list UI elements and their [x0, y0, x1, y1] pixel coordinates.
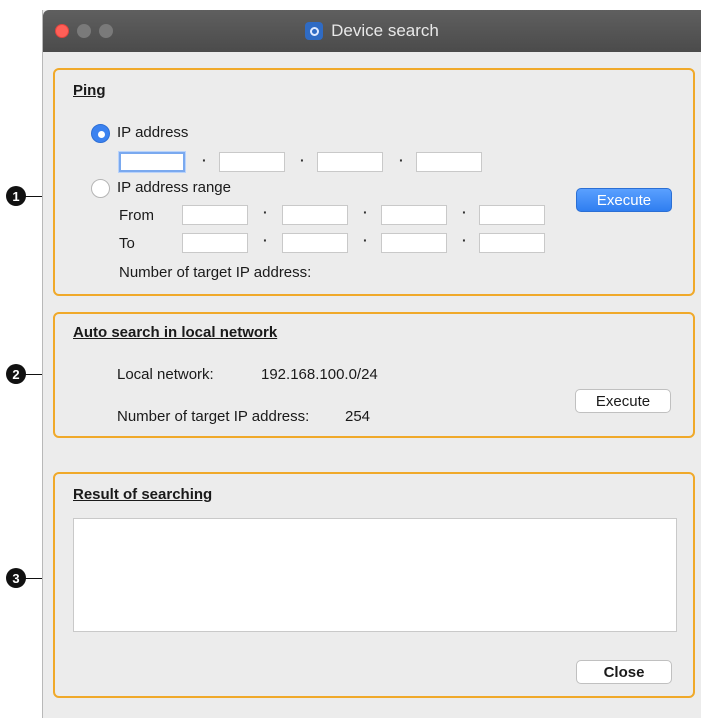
- to-separator: ·: [462, 232, 467, 248]
- app-icon: [305, 22, 324, 40]
- result-list[interactable]: [73, 518, 677, 632]
- device-search-window: Device search Ping IP address · · · IP a…: [42, 10, 701, 718]
- result-heading: Result of searching: [73, 486, 213, 503]
- ip-separator: ·: [202, 152, 207, 168]
- local-network-label: Local network:: [117, 366, 214, 383]
- ping-panel: Ping IP address · · · IP address range F…: [53, 68, 695, 296]
- auto-search-panel: Auto search in local network Local netwo…: [53, 312, 695, 438]
- callout-marker-2: 2: [6, 364, 26, 384]
- ip-address-radio[interactable]: [91, 124, 110, 143]
- auto-search-heading: Auto search in local network: [73, 324, 278, 341]
- auto-search-execute-button[interactable]: Execute: [575, 389, 671, 413]
- ping-execute-button[interactable]: Execute: [576, 188, 672, 212]
- result-panel: Result of searching Close: [53, 472, 695, 698]
- auto-target-count-label: Number of target IP address:: [117, 408, 310, 425]
- ip-octet-2-input[interactable]: [219, 152, 285, 172]
- from-separator: ·: [363, 204, 368, 220]
- to-octet-1-input[interactable]: [182, 233, 248, 253]
- from-label: From: [119, 207, 154, 224]
- from-octet-3-input[interactable]: [381, 205, 447, 225]
- ip-separator: ·: [300, 152, 305, 168]
- close-button[interactable]: Close: [576, 660, 672, 684]
- ip-octet-4-input[interactable]: [416, 152, 482, 172]
- auto-target-count-value: 254: [345, 408, 371, 425]
- ip-octet-1-input[interactable]: [119, 152, 185, 172]
- to-separator: ·: [263, 232, 268, 248]
- to-octet-4-input[interactable]: [479, 233, 545, 253]
- to-separator: ·: [363, 232, 368, 248]
- ip-octet-3-input[interactable]: [317, 152, 383, 172]
- window-title: Device search: [331, 21, 439, 40]
- ip-range-label: IP address range: [117, 179, 231, 196]
- callout-marker-3: 3: [6, 568, 26, 588]
- local-network-value: 192.168.100.0/24: [261, 366, 378, 383]
- from-octet-1-input[interactable]: [182, 205, 248, 225]
- from-separator: ·: [462, 204, 467, 220]
- callout-marker-1: 1: [6, 186, 26, 206]
- ping-target-count-label: Number of target IP address:: [119, 264, 312, 281]
- from-octet-2-input[interactable]: [282, 205, 348, 225]
- ping-heading: Ping: [73, 82, 106, 99]
- ip-address-label: IP address: [117, 124, 189, 141]
- to-octet-2-input[interactable]: [282, 233, 348, 253]
- from-octet-4-input[interactable]: [479, 205, 545, 225]
- to-octet-3-input[interactable]: [381, 233, 447, 253]
- ip-range-radio[interactable]: [91, 179, 110, 198]
- title-bar: Device search: [43, 10, 701, 52]
- to-label: To: [119, 235, 135, 252]
- ip-separator: ·: [399, 152, 404, 168]
- from-separator: ·: [263, 204, 268, 220]
